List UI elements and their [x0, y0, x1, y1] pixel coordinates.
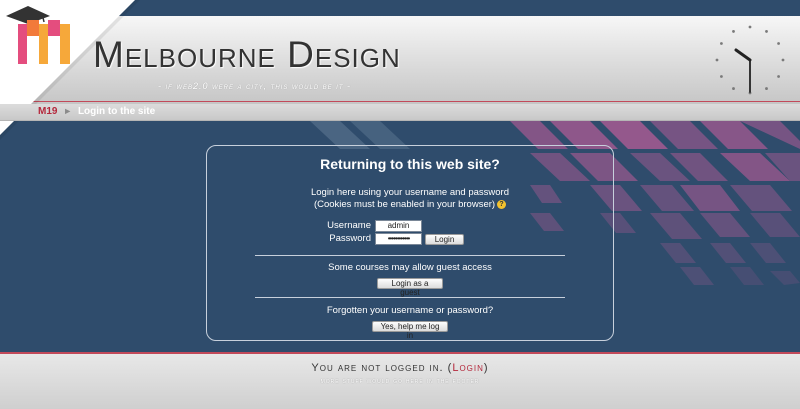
- login-description: Login here using your username and passw…: [207, 187, 613, 211]
- mosaic-tile: [750, 243, 786, 263]
- clock-tick: [765, 87, 768, 90]
- breadcrumb-home-link[interactable]: M19: [38, 106, 57, 117]
- clock-tick: [748, 25, 752, 29]
- divider: [255, 255, 565, 256]
- clock-icon: [715, 25, 785, 95]
- mosaic-tile: [730, 185, 792, 211]
- login-status-suffix: ): [483, 362, 489, 374]
- login-as-guest-button[interactable]: Login as a guest: [377, 278, 443, 297]
- divider: [255, 297, 565, 298]
- mosaic-tile: [730, 267, 764, 285]
- guest-access-text: Some courses may allow guest access: [328, 262, 492, 273]
- clock-tick: [732, 87, 735, 90]
- login-description-line2-text: (Cookies must be enabled in your browser…: [313, 199, 496, 210]
- clock-tick: [781, 58, 785, 62]
- login-button[interactable]: Login: [425, 234, 464, 245]
- username-input[interactable]: admin: [375, 220, 422, 232]
- login-heading: Returning to this web site?: [320, 156, 500, 172]
- breadcrumb-current: Login to the site: [77, 106, 156, 117]
- clock-tick: [720, 75, 723, 78]
- breadcrumb-separator-icon: ►: [63, 106, 73, 116]
- mosaic-tile: [770, 271, 800, 285]
- help-icon[interactable]: ?: [497, 199, 507, 209]
- site-title: Melbourne Design: [93, 34, 401, 75]
- footer-note: more stuff would go here in the footer: [320, 378, 480, 385]
- login-status-prefix: You are not logged in. (: [311, 362, 453, 374]
- password-input[interactable]: ••••••••••••: [375, 233, 422, 245]
- breadcrumb-band: M19 ► Login to the site: [0, 104, 800, 121]
- mosaic-tile: [750, 213, 800, 237]
- mosaic-tile: [660, 243, 696, 263]
- clock-tick: [765, 30, 768, 33]
- login-description-line1: Login here using your username and passw…: [310, 187, 510, 198]
- site-tagline: - if web2.0 were a city, this would be i…: [158, 81, 352, 91]
- mosaic-tile: [650, 213, 702, 239]
- m19-logo-icon[interactable]: [2, 2, 78, 68]
- username-label: Username: [327, 220, 371, 231]
- clock-tick: [777, 42, 780, 45]
- login-description-line2: (Cookies must be enabled in your browser…: [207, 199, 613, 211]
- footer-login-link[interactable]: Login: [452, 362, 484, 374]
- clock-tick: [720, 42, 723, 45]
- clock-tick: [732, 30, 735, 33]
- password-label: Password: [329, 233, 371, 244]
- help-me-log-in-button[interactable]: Yes, help me log in: [372, 321, 448, 340]
- mosaic-tile: [710, 243, 746, 263]
- clock-tick: [777, 75, 780, 78]
- mosaic-tile: [700, 213, 750, 237]
- login-status: You are not logged in. (Login): [0, 362, 800, 374]
- login-box: Returning to this web site? Login here u…: [206, 145, 614, 341]
- forgot-password-text: Forgotten your username or password?: [326, 305, 494, 316]
- clock-tick: [715, 58, 719, 62]
- footer: You are not logged in. (Login) more stuf…: [0, 354, 800, 409]
- mosaic-tile: [680, 267, 714, 285]
- breadcrumb: M19 ► Login to the site: [38, 106, 155, 117]
